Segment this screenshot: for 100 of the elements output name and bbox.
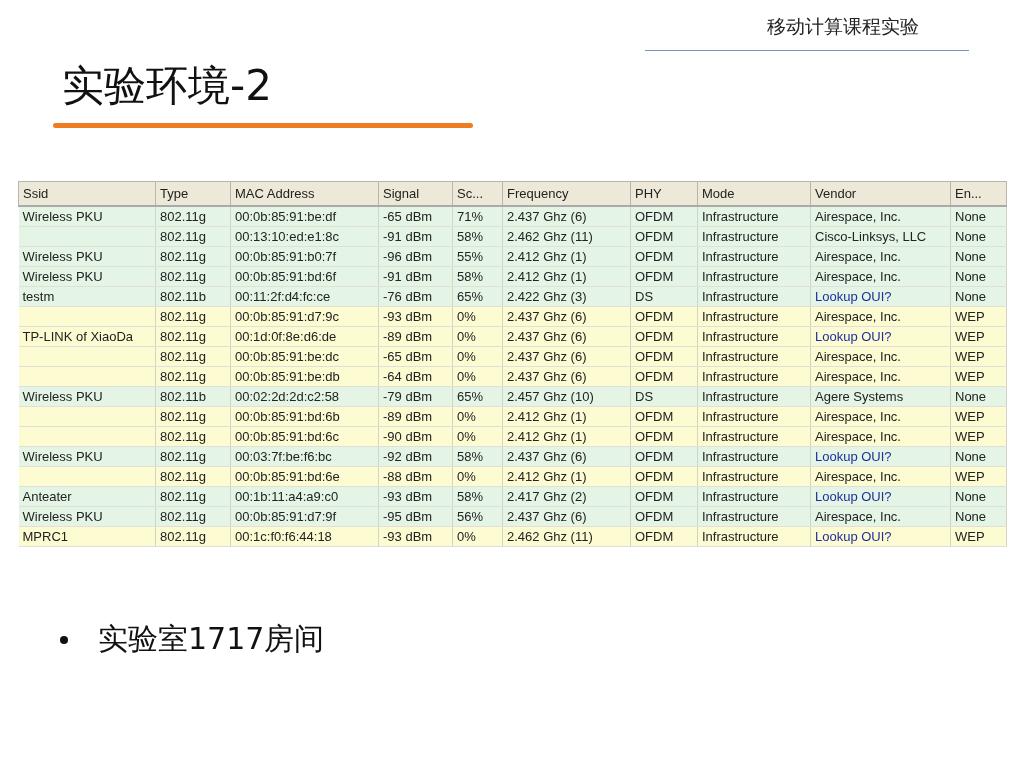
table-cell: 00:03:7f:be:f6:bc bbox=[235, 449, 332, 465]
table-cell: Agere Systems bbox=[815, 389, 904, 405]
table-cell: Airespace, Inc. bbox=[815, 469, 901, 485]
table-row[interactable]: 802.11g 00:13:10:ed:e1:8c -91 dBm 58% 2.462 Ghz (11) OFDM Infrastructure Cisco-Linksys, LLC None bbox=[18, 226, 1007, 247]
table-cell: Infrastructure bbox=[702, 329, 779, 345]
table-cell: Infrastructure bbox=[702, 489, 779, 505]
column-header[interactable]: Frequency bbox=[502, 181, 631, 207]
table-cell: 65% bbox=[457, 389, 484, 405]
table-cell: OFDM bbox=[635, 369, 674, 385]
table-row[interactable]: 802.11g 00:0b:85:91:bd:6c -90 dBm 0% 2.412 Ghz (1) OFDM Infrastructure Airespace, Inc. WEP bbox=[18, 426, 1007, 447]
table-cell: DS bbox=[635, 389, 654, 405]
column-header[interactable]: PHY bbox=[630, 181, 698, 207]
table-cell: 802.11b bbox=[160, 289, 207, 305]
table-cell: 802.11g bbox=[160, 369, 207, 385]
table-cell: 00:0b:85:91:be:df bbox=[235, 209, 337, 225]
table-cell: Infrastructure bbox=[702, 369, 779, 385]
table-row[interactable]: Wireless PKU 802.11g 00:0b:85:91:bd:6f -91 dBm 58% 2.412 Ghz (1) OFDM Infrastructure Airespace, Inc. None bbox=[18, 266, 1007, 287]
column-header[interactable]: Ssid bbox=[18, 181, 156, 207]
table-cell: -76 dBm bbox=[383, 289, 433, 305]
table-cell: 802.11g bbox=[160, 509, 207, 525]
table-cell: OFDM bbox=[635, 249, 674, 265]
column-header[interactable]: En... bbox=[950, 181, 1007, 207]
table-cell: Infrastructure bbox=[702, 249, 779, 265]
table-cell: 802.11g bbox=[160, 469, 207, 485]
table-cell: WEP bbox=[955, 309, 985, 325]
table-cell: WEP bbox=[955, 529, 985, 545]
table-cell: -93 dBm bbox=[383, 529, 433, 545]
table-cell: 2.412 Ghz (1) bbox=[507, 269, 587, 285]
table-row[interactable]: 802.11g 00:0b:85:91:be:db -64 dBm 0% 2.437 Ghz (6) OFDM Infrastructure Airespace, Inc. WEP bbox=[18, 366, 1007, 387]
table-cell: Wireless PKU bbox=[22, 389, 103, 405]
table-cell: None bbox=[955, 269, 987, 285]
table-cell: OFDM bbox=[635, 209, 674, 225]
column-header[interactable]: Signal bbox=[378, 181, 453, 207]
table-cell: 58% bbox=[457, 489, 484, 505]
table-cell: WEP bbox=[955, 469, 985, 485]
table-cell: 00:0b:85:91:d7:9f bbox=[235, 509, 337, 525]
column-header[interactable]: Vendor bbox=[810, 181, 951, 207]
table-cell: 2.437 Ghz (6) bbox=[507, 449, 587, 465]
table-cell: Airespace, Inc. bbox=[815, 409, 901, 425]
table-cell: Wireless PKU bbox=[22, 449, 103, 465]
table-cell: -91 dBm bbox=[383, 269, 433, 285]
table-row[interactable]: testm 802.11b 00:11:2f:d4:fc:ce -76 dBm 65% 2.422 Ghz (3) DS Infrastructure Lookup OUI? None bbox=[18, 286, 1007, 307]
table-cell: OFDM bbox=[635, 489, 674, 505]
column-header[interactable]: Mode bbox=[697, 181, 811, 207]
table-cell: -89 dBm bbox=[383, 329, 433, 345]
table-cell: 58% bbox=[457, 229, 484, 245]
table-cell: Wireless PKU bbox=[22, 269, 103, 285]
table-cell: 802.11g bbox=[160, 489, 207, 505]
column-header[interactable]: MAC Address bbox=[230, 181, 379, 207]
table-cell: OFDM bbox=[635, 269, 674, 285]
table-cell: 802.11g bbox=[160, 529, 207, 545]
lookup-link[interactable]: Lookup OUI? bbox=[815, 449, 892, 465]
table-cell: Airespace, Inc. bbox=[815, 269, 901, 285]
table-cell: 802.11g bbox=[160, 269, 207, 285]
table-cell: None bbox=[955, 509, 987, 525]
table-cell: 58% bbox=[457, 269, 484, 285]
table-cell: Infrastructure bbox=[702, 229, 779, 245]
table-cell: 2.412 Ghz (1) bbox=[507, 429, 587, 445]
table-row[interactable]: MPRC1 802.11g 00:1c:f0:f6:44:18 -93 dBm 0% 2.462 Ghz (11) OFDM Infrastructure Lookup OUI? WEP bbox=[18, 526, 1007, 547]
table-row[interactable]: 802.11g 00:0b:85:91:bd:6e -88 dBm 0% 2.412 Ghz (1) OFDM Infrastructure Airespace, Inc. WEP bbox=[18, 466, 1007, 487]
table-row[interactable]: Wireless PKU 802.11b 00:02:2d:2d:c2:58 -79 dBm 65% 2.457 Ghz (10) DS Infrastructure Agere Systems None bbox=[18, 386, 1007, 407]
table-cell: 71% bbox=[457, 209, 484, 225]
table-row[interactable]: Wireless PKU 802.11g 00:0b:85:91:d7:9f -95 dBm 56% 2.437 Ghz (6) OFDM Infrastructure Airespace, Inc. None bbox=[18, 506, 1007, 527]
table-cell: Infrastructure bbox=[702, 349, 779, 365]
table-cell: -64 dBm bbox=[383, 369, 433, 385]
table-cell: 55% bbox=[457, 249, 484, 265]
table-row[interactable]: Wireless PKU 802.11g 00:0b:85:91:b0:7f -96 dBm 55% 2.412 Ghz (1) OFDM Infrastructure Airespace, Inc. None bbox=[18, 246, 1007, 267]
lookup-link[interactable]: Lookup OUI? bbox=[815, 289, 892, 305]
table-cell: 802.11b bbox=[160, 389, 207, 405]
table-cell: 2.437 Ghz (6) bbox=[507, 509, 587, 525]
table-cell: OFDM bbox=[635, 409, 674, 425]
table-cell: None bbox=[955, 449, 987, 465]
table-row[interactable]: 802.11g 00:0b:85:91:d7:9c -93 dBm 0% 2.437 Ghz (6) OFDM Infrastructure Airespace, Inc. WEP bbox=[18, 306, 1007, 327]
lookup-link[interactable]: Lookup OUI? bbox=[815, 329, 892, 345]
lookup-link[interactable]: Lookup OUI? bbox=[815, 489, 892, 505]
table-cell: Airespace, Inc. bbox=[815, 349, 901, 365]
table-cell: 0% bbox=[457, 329, 476, 345]
table-cell: 802.11g bbox=[160, 409, 207, 425]
lookup-link[interactable]: Lookup OUI? bbox=[815, 529, 892, 545]
table-cell: -89 dBm bbox=[383, 409, 433, 425]
table-cell: 00:0b:85:91:bd:6e bbox=[235, 469, 340, 485]
table-row[interactable]: 802.11g 00:0b:85:91:be:dc -65 dBm 0% 2.437 Ghz (6) OFDM Infrastructure Airespace, Inc. WEP bbox=[18, 346, 1007, 367]
table-cell: -79 dBm bbox=[383, 389, 433, 405]
column-header[interactable]: Type bbox=[155, 181, 231, 207]
table-cell: Infrastructure bbox=[702, 269, 779, 285]
table-row[interactable]: Anteater 802.11g 00:1b:11:a4:a9:c0 -93 dBm 58% 2.417 Ghz (2) OFDM Infrastructure Lookup OUI? None bbox=[18, 486, 1007, 507]
table-cell: 2.437 Ghz (6) bbox=[507, 329, 587, 345]
column-header[interactable]: Sc... bbox=[452, 181, 503, 207]
table-row[interactable]: TP-LINK of XiaoDa 802.11g 00:1d:0f:8e:d6:de -89 dBm 0% 2.437 Ghz (6) OFDM Infrastructure Lookup OUI? WEP bbox=[18, 326, 1007, 347]
table-cell: WEP bbox=[955, 429, 985, 445]
table-cell: -93 dBm bbox=[383, 309, 433, 325]
table-cell: Cisco-Linksys, LLC bbox=[815, 229, 927, 245]
table-cell: 802.11g bbox=[160, 429, 207, 445]
table-cell: 0% bbox=[457, 309, 476, 325]
table-row[interactable]: 802.11g 00:0b:85:91:bd:6b -89 dBm 0% 2.412 Ghz (1) OFDM Infrastructure Airespace, Inc. WEP bbox=[18, 406, 1007, 427]
table-cell: OFDM bbox=[635, 309, 674, 325]
table-row[interactable]: Wireless PKU 802.11g 00:0b:85:91:be:df -65 dBm 71% 2.437 Ghz (6) OFDM Infrastructure Airespace, Inc. None bbox=[18, 206, 1007, 227]
table-row[interactable]: Wireless PKU 802.11g 00:03:7f:be:f6:bc -92 dBm 58% 2.437 Ghz (6) OFDM Infrastructure Lookup OUI? None bbox=[18, 446, 1007, 467]
table-cell: 00:1c:f0:f6:44:18 bbox=[235, 529, 332, 545]
table-cell: 00:1b:11:a4:a9:c0 bbox=[235, 489, 339, 505]
